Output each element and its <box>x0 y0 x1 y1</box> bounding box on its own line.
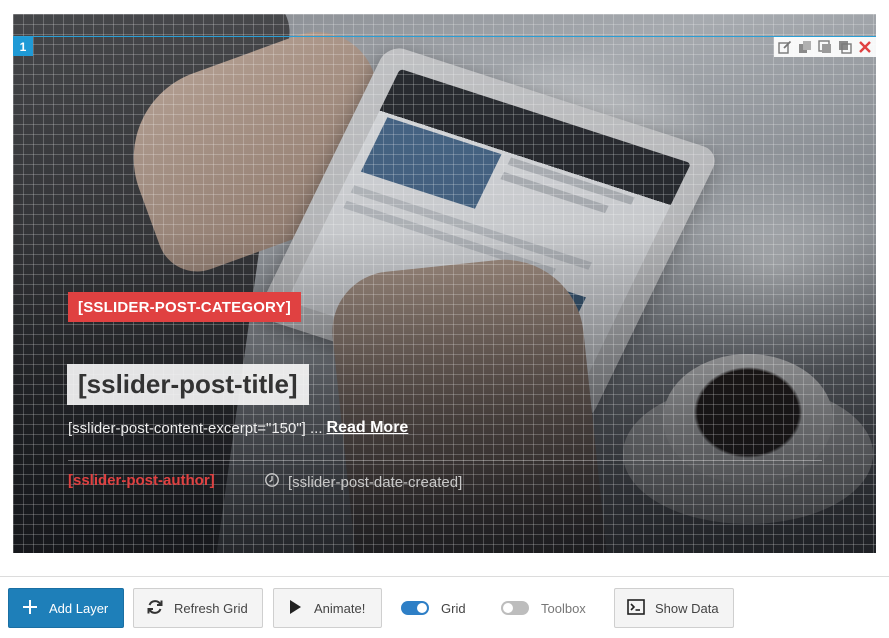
layer-tools <box>774 37 876 57</box>
post-date-layer[interactable]: [sslider-post-date-created] <box>264 472 462 492</box>
toolbox-label: Toolbox <box>541 600 586 616</box>
slide-canvas[interactable]: 1 [SSLIDER-POST-CATEGORY] [sslider-post-… <box>13 14 876 553</box>
editor-toolbar: Add Layer Refresh Grid Animate! Grid Too… <box>0 577 889 638</box>
post-category-layer[interactable]: [SSLIDER-POST-CATEGORY] <box>68 292 301 322</box>
refresh-icon <box>146 598 164 619</box>
grid-switch[interactable] <box>401 601 429 615</box>
read-more-link[interactable]: Read More <box>327 419 409 437</box>
close-icon[interactable] <box>858 40 872 54</box>
animate-button[interactable]: Animate! <box>273 588 382 628</box>
terminal-icon <box>627 598 645 619</box>
post-title-layer[interactable]: [sslider-post-title] <box>67 364 309 405</box>
post-author-layer[interactable]: [sslider-post-author] <box>68 472 215 489</box>
play-icon <box>286 598 304 619</box>
refresh-grid-label: Refresh Grid <box>174 600 248 616</box>
post-excerpt-layer[interactable]: [sslider-post-content-excerpt="150"] ...… <box>68 419 408 437</box>
show-data-label: Show Data <box>655 600 719 616</box>
toolbox-toggle[interactable]: Toolbox <box>501 588 586 628</box>
paste-icon[interactable] <box>838 40 852 54</box>
show-data-button[interactable]: Show Data <box>614 588 734 628</box>
grid-toggle[interactable]: Grid <box>401 588 466 628</box>
guide-line <box>13 36 876 37</box>
add-layer-button[interactable]: Add Layer <box>8 588 124 628</box>
duplicate-icon[interactable] <box>798 40 812 54</box>
post-date-text: [sslider-post-date-created] <box>288 473 463 491</box>
content-divider <box>68 460 822 461</box>
clock-icon <box>264 472 280 492</box>
add-layer-label: Add Layer <box>49 600 109 616</box>
excerpt-text: [sslider-post-content-excerpt="150"] ... <box>68 419 323 437</box>
grid-label: Grid <box>441 600 466 616</box>
refresh-grid-button[interactable]: Refresh Grid <box>133 588 263 628</box>
plus-icon <box>21 598 39 619</box>
toolbox-switch[interactable] <box>501 601 529 615</box>
copy-icon[interactable] <box>818 40 832 54</box>
edit-icon[interactable] <box>778 40 792 54</box>
slide-number-badge: 1 <box>13 37 33 56</box>
animate-label: Animate! <box>314 600 366 616</box>
